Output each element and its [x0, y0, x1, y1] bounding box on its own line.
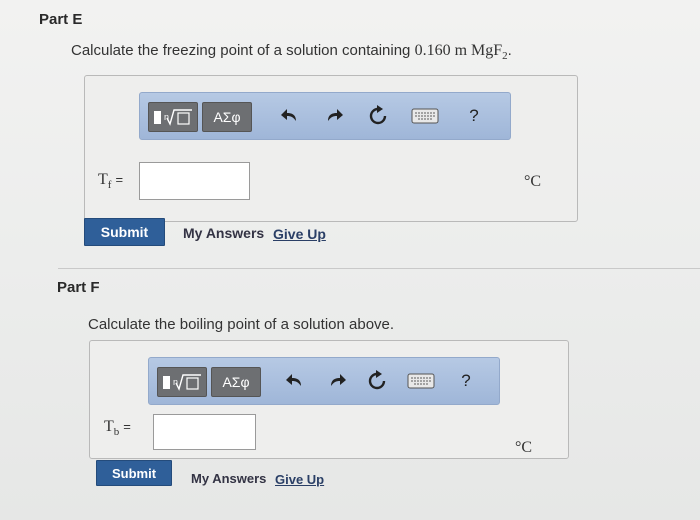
templates-icon: n	[154, 109, 192, 126]
undo-button[interactable]	[278, 104, 302, 128]
part-e-question-prefix: Calculate the freezing point of a soluti…	[71, 42, 415, 59]
part-e-math-toolbar: n ΑΣφ ?	[139, 92, 511, 140]
redo-button[interactable]	[322, 104, 346, 128]
part-f-my-answers-link[interactable]: My Answers	[191, 471, 266, 486]
templates-icon: n	[163, 374, 201, 391]
part-e-variable-sub: f	[107, 179, 112, 192]
part-e-give-up-link[interactable]: Give Up	[273, 226, 326, 242]
reset-button[interactable]	[365, 369, 389, 393]
keyboard-icon	[411, 108, 439, 124]
help-icon[interactable]: ?	[454, 369, 478, 393]
part-f-math-toolbar: n ΑΣφ ?	[148, 357, 500, 405]
keyboard-icon	[407, 373, 435, 389]
reset-icon	[369, 105, 387, 125]
redo-icon	[328, 109, 343, 121]
keyboard-button[interactable]	[406, 369, 436, 393]
part-f-unit: °C	[515, 439, 533, 456]
part-f-variable: T	[104, 418, 114, 435]
part-f-give-up-link[interactable]: Give Up	[275, 472, 324, 487]
part-f-question: Calculate the boiling point of a solutio…	[88, 316, 395, 333]
part-e-answer-input[interactable]	[139, 162, 250, 200]
part-f-submit-button[interactable]: Submit	[96, 460, 172, 486]
part-e-question: Calculate the freezing point of a soluti…	[71, 42, 512, 62]
part-e-question-suffix: .	[507, 42, 512, 59]
page: Part E Calculate the freezing point of a…	[0, 0, 700, 520]
undo-button[interactable]	[283, 369, 307, 393]
part-e-variable-label: Tf =	[98, 171, 123, 191]
part-e-question-math: 0.160 m MgF	[414, 42, 503, 59]
part-e-submit-button[interactable]: Submit	[84, 218, 165, 246]
part-e-answer-box: n ΑΣφ ? Tf = °C	[84, 75, 578, 222]
help-icon[interactable]: ?	[462, 104, 486, 128]
part-e-title: Part E	[39, 11, 83, 28]
redo-icon	[331, 374, 346, 386]
part-e-my-answers-link[interactable]: My Answers	[183, 225, 264, 241]
part-f-variable-label: Tb =	[104, 418, 131, 438]
templates-button[interactable]: n	[157, 367, 207, 397]
section-divider	[58, 268, 700, 269]
reset-icon	[368, 370, 386, 390]
greek-symbols-button[interactable]: ΑΣφ	[202, 102, 252, 132]
reset-button[interactable]	[366, 104, 390, 128]
part-e-equals: =	[115, 172, 124, 187]
part-f-variable-sub: b	[113, 426, 120, 439]
greek-symbols-button[interactable]: ΑΣφ	[211, 367, 261, 397]
part-f-answer-input[interactable]	[153, 414, 256, 450]
keyboard-button[interactable]	[410, 104, 440, 128]
undo-icon	[286, 374, 301, 386]
undo-icon	[281, 109, 296, 121]
part-e-unit: °C	[524, 173, 542, 190]
redo-button[interactable]	[325, 369, 349, 393]
part-f-title: Part F	[57, 279, 100, 296]
part-e-variable: T	[98, 171, 108, 188]
part-f-answer-box: n ΑΣφ ? Tb = °C	[89, 340, 569, 459]
part-f-equals: =	[123, 419, 131, 434]
templates-button[interactable]: n	[148, 102, 198, 132]
